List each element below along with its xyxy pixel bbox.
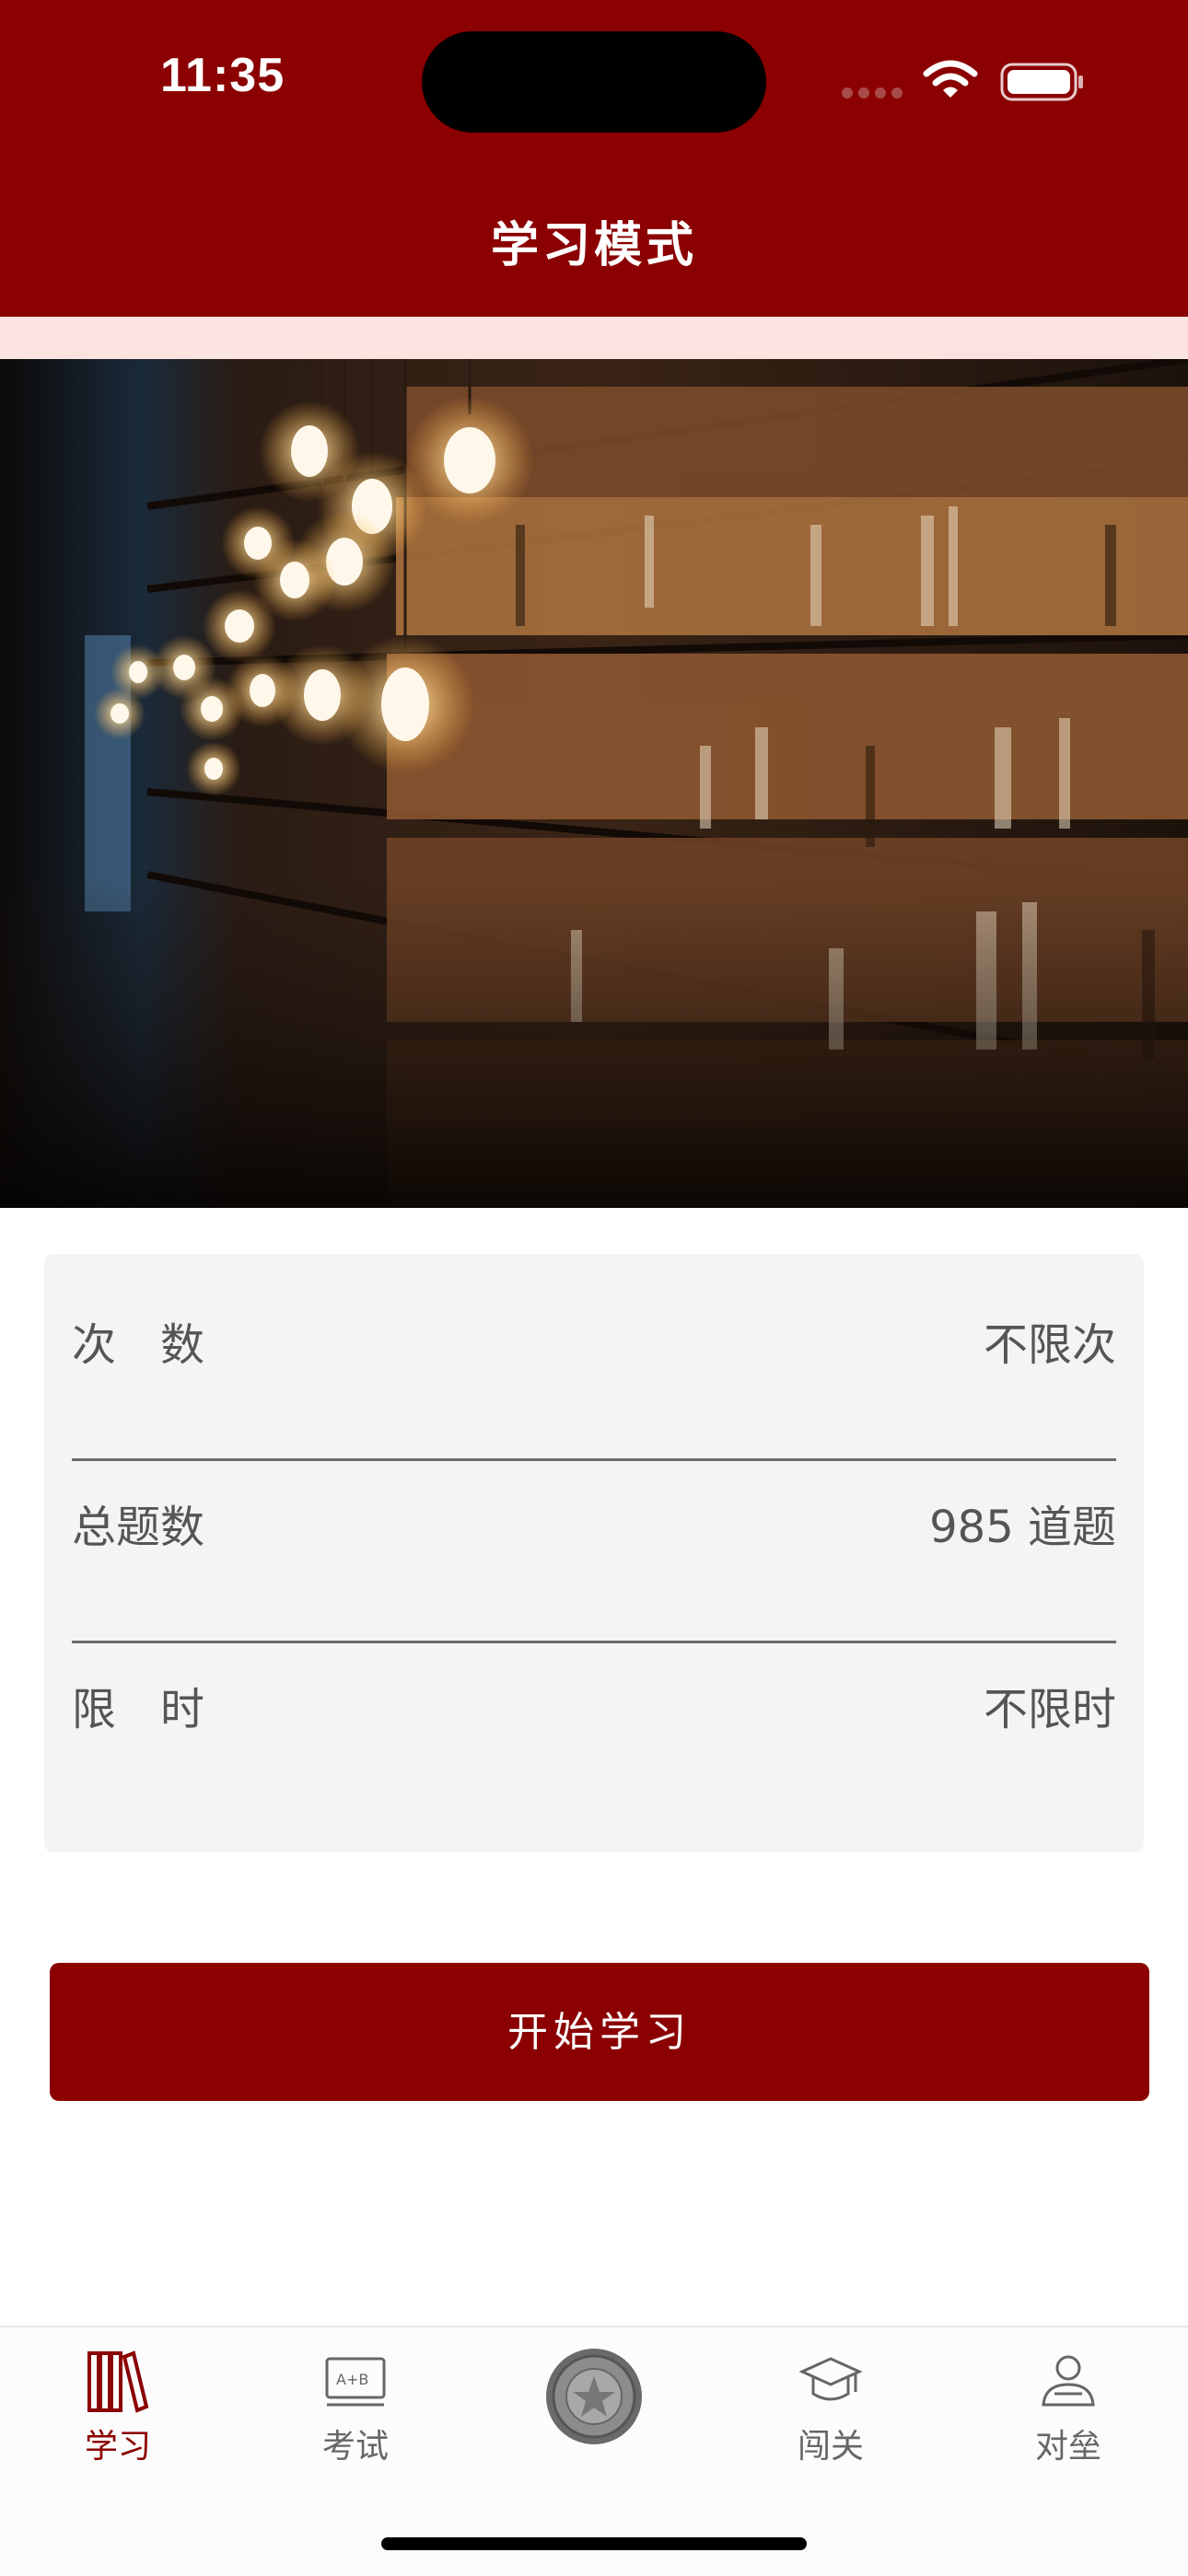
- tab-duel[interactable]: 对垒: [976, 2350, 1160, 2497]
- study-info-card: 次 数 不限次 总题数 985 道题 限 时 不限时: [44, 1254, 1144, 1852]
- dynamic-island: [422, 31, 766, 133]
- svg-text:A+B: A+B: [336, 2371, 368, 2388]
- emblem-icon: [546, 2349, 642, 2444]
- tab-emblem[interactable]: [502, 2346, 686, 2493]
- header-bar: 11:35 学习模式: [0, 0, 1188, 317]
- home-indicator[interactable]: [381, 2537, 807, 2550]
- battery-icon: [1000, 63, 1085, 105]
- info-value-attempts: 不限次: [983, 1319, 1116, 1371]
- tab-label-study: 学习: [84, 2428, 151, 2466]
- cellular-signal-icon: [842, 85, 908, 102]
- info-label-time-limit: 限 时: [72, 1684, 205, 1735]
- tab-label-challenge: 闯关: [797, 2428, 864, 2466]
- header-separator-strip: [0, 317, 1188, 359]
- books-icon: [87, 2350, 149, 2413]
- info-value-total-questions: 985 道题: [929, 1502, 1116, 1553]
- info-label-total-questions: 总题数: [72, 1502, 205, 1553]
- tab-label-duel: 对垒: [1034, 2428, 1101, 2466]
- start-study-button[interactable]: 开始学习: [50, 1963, 1149, 2101]
- tab-exam[interactable]: A+B 考试: [263, 2350, 448, 2497]
- tab-challenge[interactable]: 闯关: [739, 2350, 923, 2497]
- wifi-icon: [923, 59, 978, 103]
- page-title: 学习模式: [490, 218, 697, 273]
- info-row-time-limit: 限 时 不限时: [72, 1619, 1116, 1801]
- info-label-attempts: 次 数: [72, 1319, 205, 1371]
- info-value-time-limit: 不限时: [983, 1684, 1116, 1735]
- exam-board-icon: A+B: [325, 2357, 386, 2407]
- tab-label-exam: 考试: [321, 2428, 389, 2466]
- info-row-attempts: 次 数 不限次: [72, 1254, 1116, 1436]
- tab-study[interactable]: 学习: [26, 2350, 210, 2497]
- status-time: 11:35: [160, 49, 285, 102]
- user-duel-icon: [1042, 2355, 1095, 2407]
- library-banner-image: [0, 355, 1188, 1208]
- graduation-cap-icon: [798, 2357, 863, 2401]
- info-row-total-questions: 总题数 985 道题: [72, 1436, 1116, 1619]
